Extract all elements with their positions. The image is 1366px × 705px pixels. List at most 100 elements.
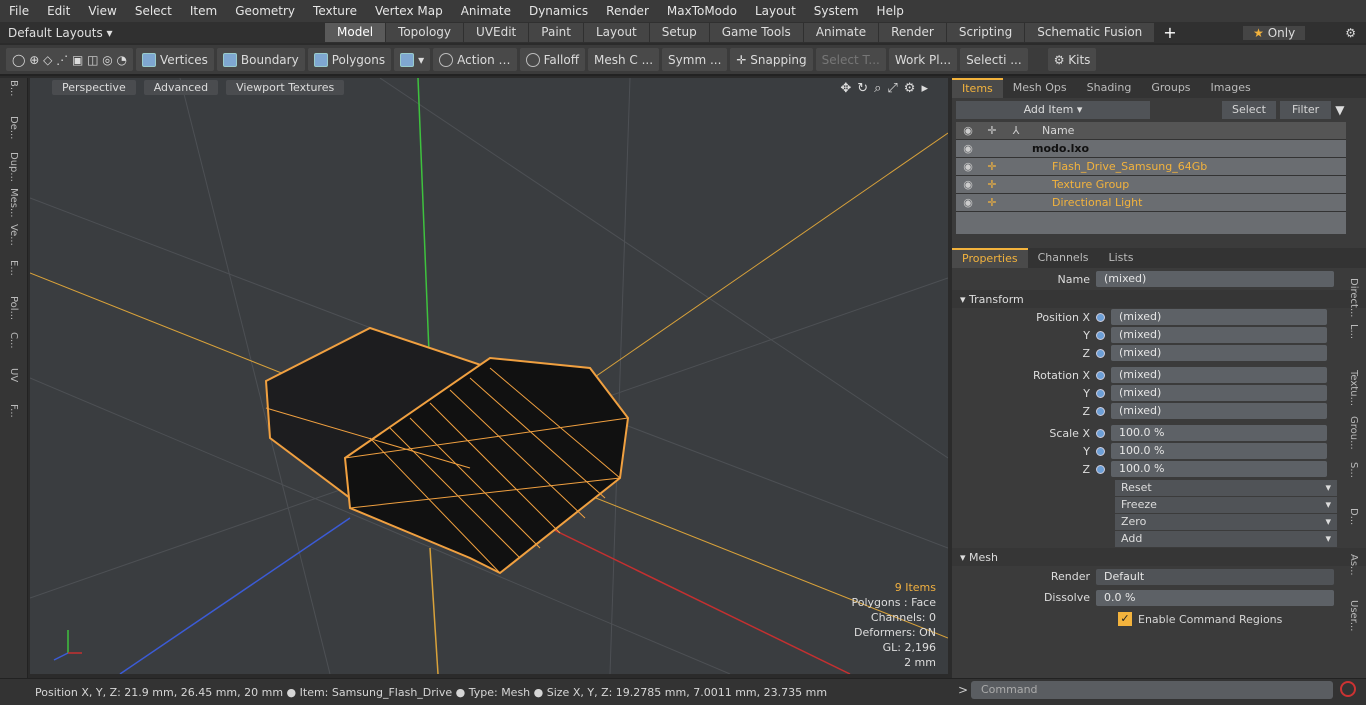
field-value[interactable]: (mixed) xyxy=(1111,309,1327,325)
lock-icon[interactable]: ✛ xyxy=(980,196,1004,209)
left-strip-tab[interactable]: Mes... xyxy=(8,188,19,222)
select-mode-icons[interactable]: ◯ ⊕ ◇ ⋰ ▣ ◫ ◎ ◔ xyxy=(6,48,134,71)
tab-scripting[interactable]: Scripting xyxy=(946,23,1025,42)
symmetry-button[interactable]: Symm ... xyxy=(662,48,728,71)
keyframe-dot-icon[interactable] xyxy=(1096,348,1105,358)
tab-uvedit[interactable]: UVEdit xyxy=(464,23,529,42)
menu-help[interactable]: Help xyxy=(868,4,913,18)
items-tab-shading[interactable]: Shading xyxy=(1077,79,1142,97)
tab-animate[interactable]: Animate xyxy=(803,23,879,42)
keyframe-dot-icon[interactable] xyxy=(1096,330,1105,340)
menu-edit[interactable]: Edit xyxy=(38,4,79,18)
tab-topology[interactable]: Topology xyxy=(386,23,464,42)
tab-model[interactable]: Model xyxy=(325,23,386,42)
vertical-tab[interactable]: S... xyxy=(1348,462,1359,506)
field-value[interactable]: (mixed) xyxy=(1111,367,1327,383)
3d-viewport[interactable]: Perspective Advanced Viewport Textures ✥… xyxy=(30,78,948,674)
items-tab-mesh-ops[interactable]: Mesh Ops xyxy=(1003,79,1077,97)
tab-schematic-fusion[interactable]: Schematic Fusion xyxy=(1025,23,1155,42)
left-strip-tab[interactable]: De... xyxy=(8,116,19,150)
keyframe-dot-icon[interactable] xyxy=(1096,312,1105,322)
add-item-dropdown[interactable]: Add Item ▾ xyxy=(956,101,1150,119)
field-value[interactable]: 100.0 % xyxy=(1111,443,1327,459)
props-tab-lists[interactable]: Lists xyxy=(1099,249,1144,267)
keyframe-dot-icon[interactable] xyxy=(1096,370,1105,380)
field-value[interactable]: 100.0 % xyxy=(1111,425,1327,441)
menu-layout[interactable]: Layout xyxy=(746,4,805,18)
transform-section[interactable]: ▾ Transform xyxy=(952,290,1366,308)
advanced-button[interactable]: Advanced xyxy=(143,80,219,95)
menu-file[interactable]: File xyxy=(0,4,38,18)
snapping-button[interactable]: ✛ Snapping xyxy=(730,48,813,71)
items-tab-items[interactable]: Items xyxy=(952,78,1003,98)
vertical-tab[interactable]: L... xyxy=(1348,324,1359,368)
lock-icon[interactable]: ✛ xyxy=(980,160,1004,173)
only-toggle[interactable]: ★ Only xyxy=(1243,25,1306,40)
menu-select[interactable]: Select xyxy=(126,4,181,18)
enable-cmd-checkbox[interactable]: ✓ xyxy=(1118,612,1132,626)
falloff-button[interactable]: Falloff xyxy=(519,48,585,71)
left-strip-tab[interactable]: Dup... xyxy=(8,152,19,186)
vertical-tab[interactable]: Direct... xyxy=(1348,278,1359,322)
item-name[interactable]: Directional Light xyxy=(1052,196,1142,209)
left-strip-tab[interactable]: UV xyxy=(8,368,19,402)
tab-setup[interactable]: Setup xyxy=(649,23,709,42)
field-value[interactable]: (mixed) xyxy=(1111,345,1327,361)
item-row[interactable]: ◉ ✛ Directional Light xyxy=(956,194,1346,212)
menu-view[interactable]: View xyxy=(79,4,125,18)
left-strip-tab[interactable]: Pol... xyxy=(8,296,19,330)
vertices-button[interactable]: Vertices xyxy=(136,48,214,71)
items-tab-images[interactable]: Images xyxy=(1201,79,1261,97)
item-mode-button[interactable]: ▾ xyxy=(394,48,431,71)
left-strip-tab[interactable]: Ve... xyxy=(8,224,19,258)
item-row[interactable]: ◉ ✛ Flash_Drive_Samsung_64Gb xyxy=(956,158,1346,176)
filter-icon[interactable]: ▼ xyxy=(1335,103,1344,117)
visibility-eye-icon[interactable]: ◉ xyxy=(956,178,980,191)
select-through-button[interactable]: Select T... xyxy=(815,48,886,71)
items-tab-groups[interactable]: Groups xyxy=(1141,79,1200,97)
mesh-section[interactable]: ▾ Mesh xyxy=(952,548,1366,566)
menu-system[interactable]: System xyxy=(805,4,868,18)
selection-sets-button[interactable]: Selecti ... xyxy=(960,48,1028,71)
item-row[interactable]: ◉ modo.lxo xyxy=(956,140,1346,158)
action-button[interactable]: Action … xyxy=(433,48,517,71)
left-strip-tab[interactable]: B... xyxy=(8,80,19,114)
item-name[interactable]: modo.lxo xyxy=(1032,142,1089,155)
name-field[interactable]: (mixed) xyxy=(1096,271,1334,287)
tab-render[interactable]: Render xyxy=(879,23,946,42)
polygons-button[interactable]: Polygons xyxy=(307,48,392,71)
filter-button[interactable]: Filter xyxy=(1279,101,1332,119)
field-value[interactable]: (mixed) xyxy=(1111,327,1327,343)
action-freeze-dropdown[interactable]: Freeze ▾ xyxy=(1115,497,1337,513)
menu-geometry[interactable]: Geometry xyxy=(226,4,304,18)
tab-game-tools[interactable]: Game Tools xyxy=(709,23,803,42)
boundary-button[interactable]: Boundary xyxy=(216,48,305,71)
viewport-nav-icons[interactable]: ✥↻⌕⤢⚙▸ xyxy=(840,81,934,96)
keyframe-dot-icon[interactable] xyxy=(1096,406,1105,416)
props-tab-channels[interactable]: Channels xyxy=(1028,249,1099,267)
vertical-tab[interactable]: User... xyxy=(1348,600,1359,644)
field-value[interactable]: 100.0 % xyxy=(1111,461,1327,477)
item-row[interactable]: ◉ ✛ Texture Group xyxy=(956,176,1346,194)
keyframe-dot-icon[interactable] xyxy=(1096,446,1105,456)
vertical-tab[interactable]: As... xyxy=(1348,554,1359,598)
command-input[interactable]: Command xyxy=(971,681,1333,699)
left-strip-tab[interactable]: E... xyxy=(8,260,19,294)
menu-item[interactable]: Item xyxy=(181,4,226,18)
action-reset-dropdown[interactable]: Reset ▾ xyxy=(1115,480,1337,496)
gear-icon[interactable]: ⚙ xyxy=(1345,26,1356,40)
menu-vertex-map[interactable]: Vertex Map xyxy=(366,4,452,18)
field-value[interactable]: (mixed) xyxy=(1111,403,1327,419)
keyframe-dot-icon[interactable] xyxy=(1096,464,1105,474)
menu-render[interactable]: Render xyxy=(597,4,658,18)
action-zero-dropdown[interactable]: Zero ▾ xyxy=(1115,514,1337,530)
workplane-button[interactable]: Work Pl... xyxy=(888,48,958,71)
menu-texture[interactable]: Texture xyxy=(304,4,366,18)
props-tab-properties[interactable]: Properties xyxy=(952,248,1028,268)
left-strip-tab[interactable]: C... xyxy=(8,332,19,366)
viewport-textures-button[interactable]: Viewport Textures xyxy=(226,80,345,95)
layout-preset-dropdown[interactable]: Default Layouts ▾ xyxy=(0,26,325,40)
visibility-eye-icon[interactable]: ◉ xyxy=(956,160,980,173)
command-stop-icon[interactable] xyxy=(1340,681,1356,697)
item-name[interactable]: Flash_Drive_Samsung_64Gb xyxy=(1052,160,1207,173)
